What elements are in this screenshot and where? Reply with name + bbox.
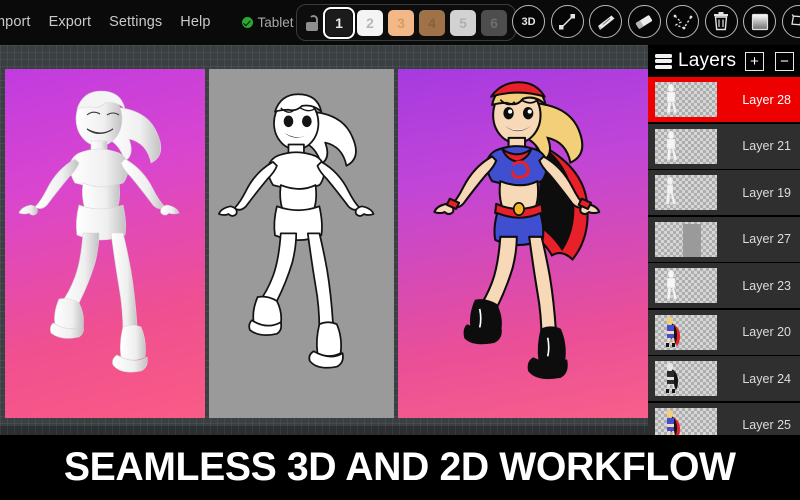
tool-buttons: 3D (512, 5, 800, 38)
layer-row[interactable]: Layer 24 (648, 356, 800, 401)
layer-thumbnail (655, 268, 717, 303)
layer-name: Layer 28 (742, 93, 791, 107)
layer-name: Layer 19 (742, 186, 791, 200)
swatch-label: 3 (397, 15, 405, 31)
pencil-tool-button[interactable] (589, 5, 622, 38)
line-tool-button[interactable] (551, 5, 584, 38)
check-circle-icon (242, 17, 253, 28)
layer-row[interactable]: Layer 28 (648, 77, 800, 122)
pencil-icon (594, 11, 618, 33)
lasso-select-icon (671, 11, 695, 33)
promo-banner-text: SEAMLESS 3D AND 2D WORKFLOW (64, 445, 736, 490)
canvas-3d-model[interactable] (5, 69, 205, 418)
top-toolbar: mport Export Settings Help Tablet 1 2 3 4 5 6… (0, 0, 800, 45)
menu-item-settings[interactable]: Settings (100, 0, 171, 45)
layers-list: Layer 28 Layer 21 Layer 19 Layer 27 Layer 23… (648, 77, 800, 448)
swatch-label: 5 (459, 15, 467, 31)
swatch-label: 6 (490, 15, 498, 31)
color-swatch-4[interactable]: 4 (419, 10, 445, 36)
gradient-icon (749, 11, 771, 33)
swatch-label: 4 (428, 15, 436, 31)
line-path-icon (556, 11, 578, 33)
layers-panel: Layers + − Layer 28Layer 21Layer 19Layer… (648, 45, 800, 455)
color-swatch-6[interactable]: 6 (481, 10, 507, 36)
promo-banner: SEAMLESS 3D AND 2D WORKFLOW (0, 435, 800, 500)
3d-icon: 3D (521, 16, 535, 28)
layer-row[interactable]: Layer 21 (648, 124, 800, 169)
layer-name: Layer 21 (742, 139, 791, 153)
layer-thumbnail (655, 222, 717, 257)
app-window: mport Export Settings Help Tablet 1 2 3 4 5 6… (0, 0, 800, 500)
menu-item-export[interactable]: Export (40, 0, 101, 45)
trash-icon (711, 11, 731, 32)
color-swatch-1[interactable]: 1 (326, 10, 352, 36)
3d-tool-button[interactable]: 3D (512, 5, 545, 38)
paint-bucket-icon (787, 11, 800, 33)
figure-colored (410, 74, 636, 414)
layer-name: Layer 23 (742, 279, 791, 293)
layer-thumbnail (655, 129, 717, 164)
layer-row[interactable]: Layer 23 (648, 263, 800, 308)
layer-row[interactable]: Layer 19 (648, 170, 800, 215)
layer-row[interactable]: Layer 27 (648, 217, 800, 262)
layer-row[interactable]: Layer 20 (648, 310, 800, 355)
color-swatch-5[interactable]: 5 (450, 10, 476, 36)
layer-name: Layer 20 (742, 325, 791, 339)
color-palette: 1 2 3 4 5 6 (296, 4, 516, 41)
layers-stack-icon (655, 54, 672, 69)
layers-panel-header: Layers + − (648, 45, 800, 77)
layer-name: Layer 25 (742, 418, 791, 432)
swatch-label: 2 (366, 15, 374, 31)
tablet-status[interactable]: Tablet (242, 15, 294, 30)
tablet-status-label: Tablet (258, 15, 294, 30)
canvas-colored[interactable] (398, 69, 648, 418)
layer-thumbnail (655, 361, 717, 396)
figure-3d-render (17, 79, 193, 409)
layer-thumbnail (655, 315, 717, 350)
add-layer-button[interactable]: + (745, 52, 764, 71)
layer-name: Layer 27 (742, 232, 791, 246)
color-swatch-2[interactable]: 2 (357, 10, 383, 36)
eraser-icon (632, 11, 656, 33)
menu-item-help[interactable]: Help (171, 0, 219, 45)
menu-bar: mport Export Settings Help Tablet (0, 0, 294, 45)
lock-icon[interactable] (305, 15, 319, 31)
menu-item-import[interactable]: mport (0, 0, 40, 45)
swatch-list: 1 2 3 4 5 6 (326, 10, 507, 36)
lasso-select-button[interactable] (666, 5, 699, 38)
layer-thumbnail (655, 82, 717, 117)
delete-button[interactable] (705, 5, 738, 38)
layers-panel-title: Layers (678, 50, 736, 72)
remove-layer-button[interactable]: − (775, 52, 794, 71)
layer-name: Layer 24 (742, 372, 791, 386)
figure-line-art (217, 79, 387, 409)
layer-thumbnail (655, 175, 717, 210)
color-swatch-3[interactable]: 3 (388, 10, 414, 36)
canvas-line-art[interactable] (209, 69, 394, 418)
swatch-label: 1 (335, 15, 343, 31)
fill-tool-button[interactable] (782, 5, 800, 38)
eraser-tool-button[interactable] (628, 5, 661, 38)
gradient-tool-button[interactable] (743, 5, 776, 38)
